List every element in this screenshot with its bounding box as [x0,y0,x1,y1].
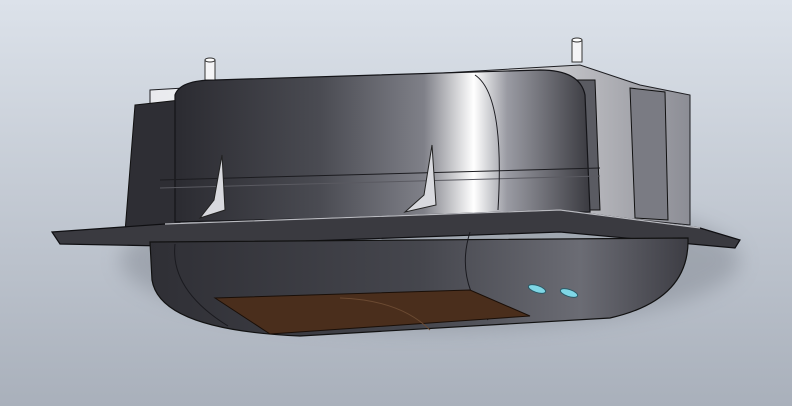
cad-model-render [0,0,792,406]
cad-viewport[interactable] [0,0,792,406]
mounting-pin-right [571,37,583,63]
rear-fin-right-2 [629,87,669,221]
upper-body [174,69,591,223]
mounting-pin-left [204,57,216,81]
